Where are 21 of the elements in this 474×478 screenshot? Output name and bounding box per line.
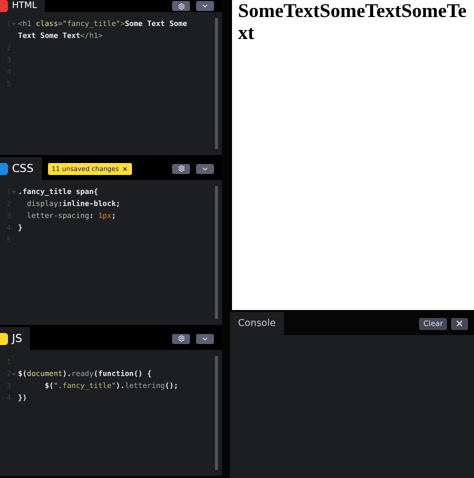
- editor-title: HTML: [12, 2, 38, 10]
- scrollbar[interactable]: [215, 186, 218, 319]
- collapse-button[interactable]: [196, 334, 214, 344]
- scrollbar[interactable]: [215, 18, 218, 149]
- settings-icon: [178, 335, 184, 342]
- settings-button[interactable]: [172, 334, 190, 344]
- editor-title: CSS: [12, 163, 34, 174]
- close-button[interactable]: [451, 318, 468, 330]
- preview-heading: SomeTextSomeTextSomeText: [238, 1, 468, 45]
- settings-icon: [178, 165, 184, 172]
- console-tab[interactable]: Console: [230, 312, 284, 335]
- settings-button[interactable]: [172, 1, 190, 11]
- editor-title: JS: [12, 333, 22, 344]
- collapse-button[interactable]: [196, 164, 214, 174]
- collapse-button[interactable]: [196, 1, 214, 11]
- close-icon: [455, 319, 464, 328]
- settings-icon: [178, 2, 184, 10]
- scrollbar[interactable]: [215, 356, 218, 470]
- chevron-down-icon: [201, 2, 209, 10]
- close-icon[interactable]: [122, 166, 128, 172]
- settings-button[interactable]: [172, 164, 190, 174]
